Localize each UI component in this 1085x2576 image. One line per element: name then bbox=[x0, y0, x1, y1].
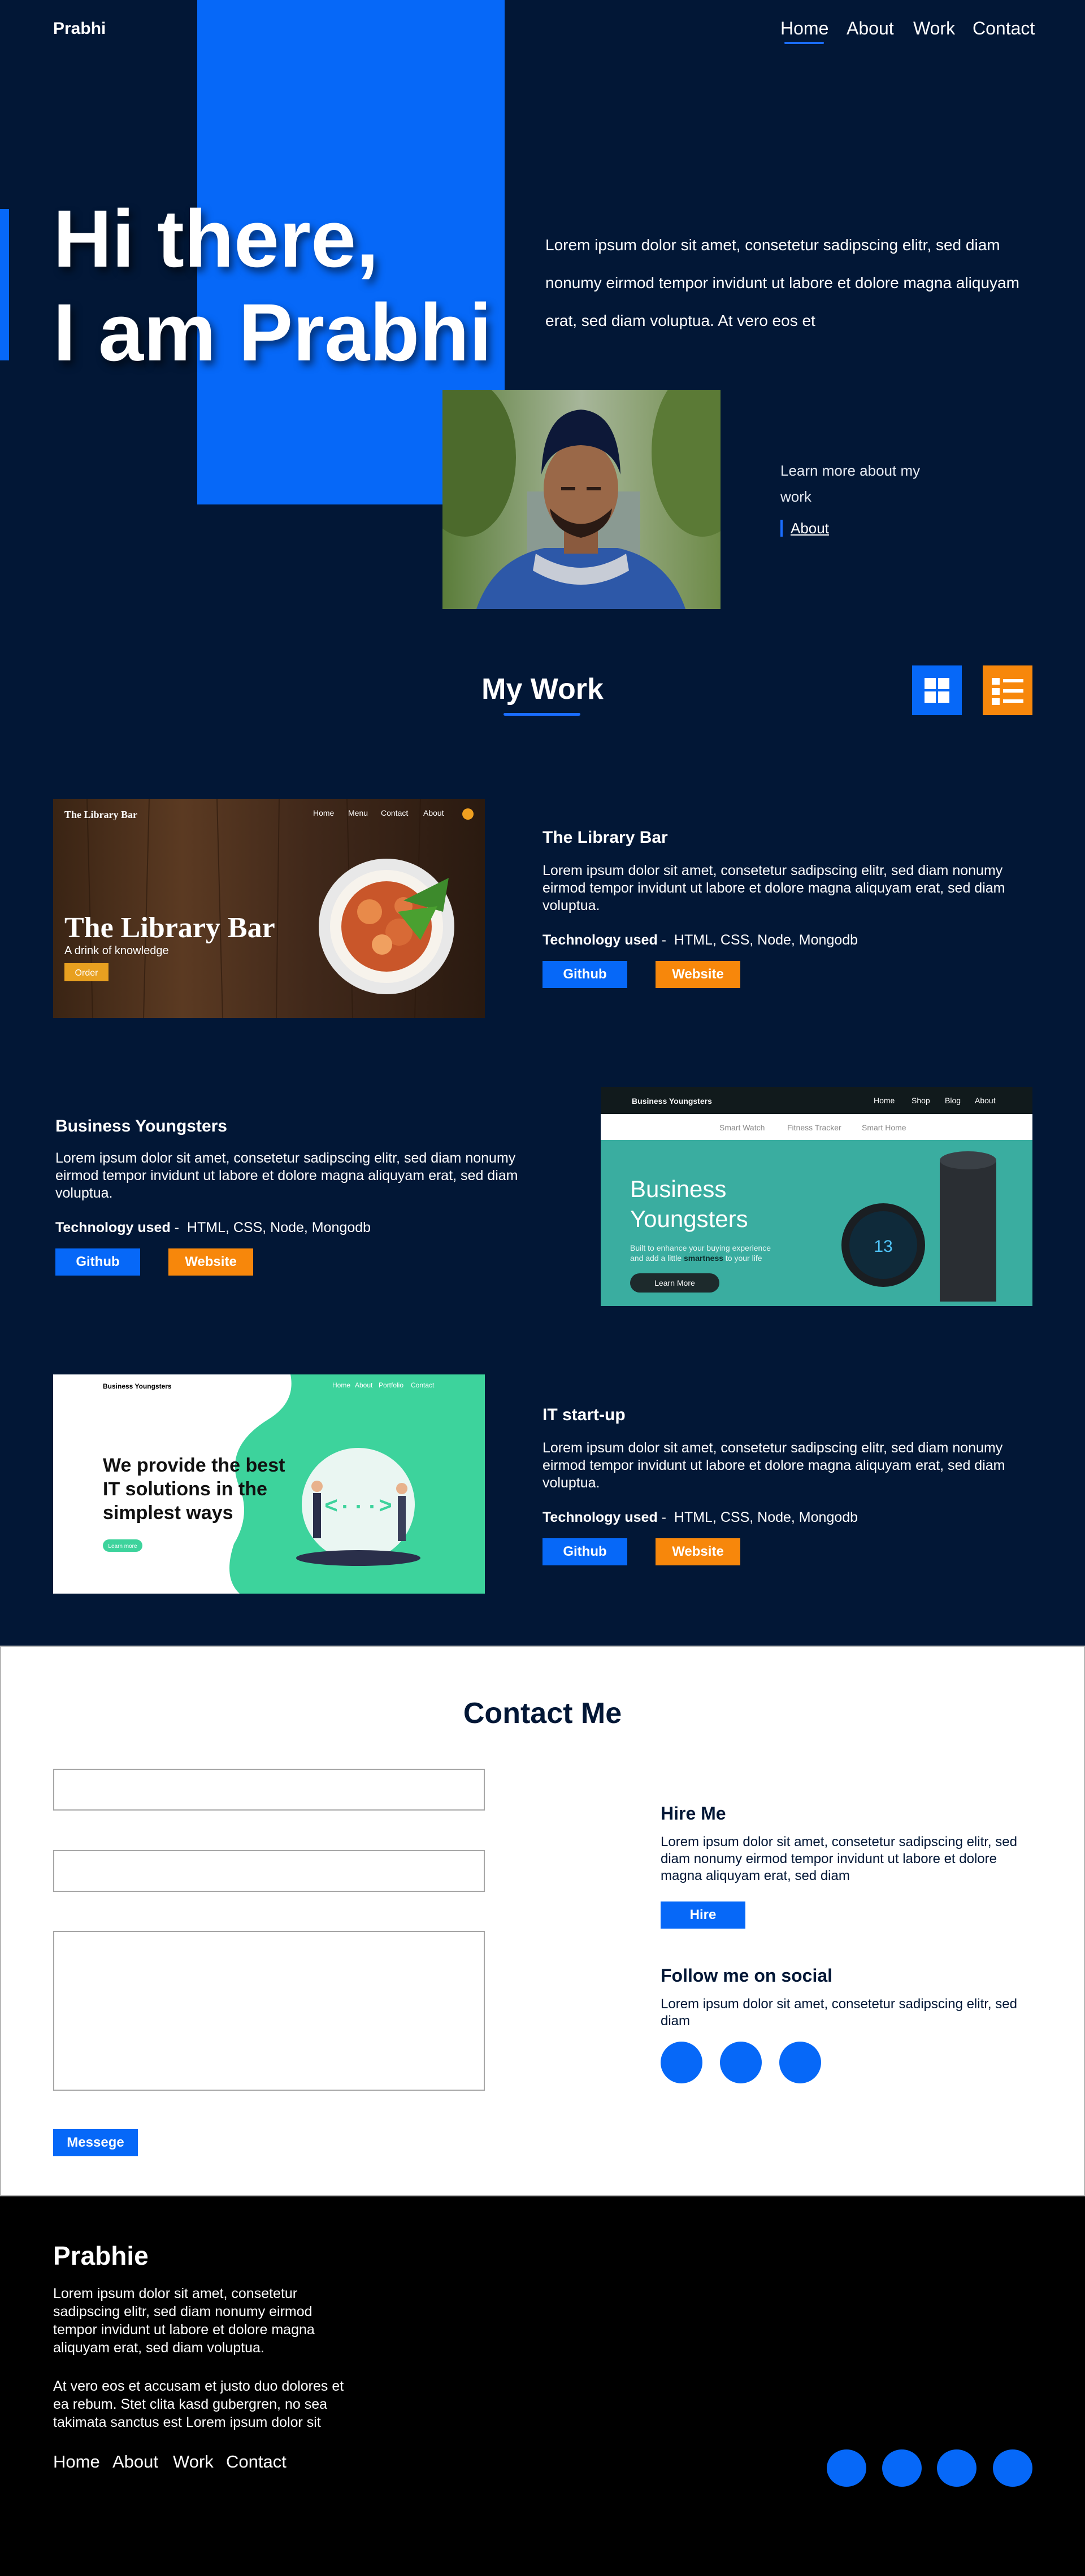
project-tech: Technology used - HTML, CSS, Node, Mongo… bbox=[542, 932, 858, 948]
message-field[interactable] bbox=[53, 1931, 485, 2091]
svg-text:Order: Order bbox=[75, 968, 99, 978]
svg-text:The Library Bar: The Library Bar bbox=[64, 809, 137, 820]
svg-text:Learn More: Learn More bbox=[654, 1278, 695, 1287]
grid-icon bbox=[925, 678, 949, 703]
github-button[interactable]: Github bbox=[542, 961, 627, 988]
svg-text:About: About bbox=[975, 1096, 996, 1105]
nav-home[interactable]: Home bbox=[780, 18, 828, 39]
svg-text:Built to enhance your buying e: Built to enhance your buying experience bbox=[630, 1243, 771, 1252]
website-button[interactable]: Website bbox=[656, 961, 740, 988]
svg-text:About: About bbox=[355, 1381, 373, 1389]
svg-text:Business: Business bbox=[630, 1176, 726, 1202]
my-work-underline bbox=[504, 713, 580, 716]
name-field[interactable] bbox=[53, 1769, 485, 1811]
project-description: Lorem ipsum dolor sit amet, consetetur s… bbox=[55, 1150, 518, 1201]
list-icon bbox=[992, 678, 1023, 705]
grid-view-button[interactable] bbox=[912, 665, 962, 715]
social-icon[interactable] bbox=[720, 2042, 762, 2083]
project-description: Lorem ipsum dolor sit amet, consetetur s… bbox=[542, 1440, 1005, 1491]
svg-text:Menu: Menu bbox=[348, 808, 368, 817]
social-icon[interactable] bbox=[882, 2449, 922, 2487]
project-title: IT start-up bbox=[542, 1406, 626, 1424]
svg-text:Contact: Contact bbox=[381, 808, 408, 817]
social-icon[interactable] bbox=[993, 2449, 1032, 2487]
social-title: Follow me on social bbox=[661, 1965, 833, 1986]
svg-text:Home: Home bbox=[332, 1381, 350, 1389]
hero-title: Hi there, I am Prabhi bbox=[53, 193, 492, 378]
hire-button[interactable]: Hire bbox=[661, 1901, 745, 1929]
svg-text:Smart Watch: Smart Watch bbox=[719, 1123, 765, 1132]
hero-side-bar bbox=[0, 209, 9, 360]
footer-nav-about[interactable]: About bbox=[112, 2452, 158, 2472]
svg-text:Learn more: Learn more bbox=[108, 1543, 137, 1550]
message-button[interactable]: Messege bbox=[53, 2129, 138, 2156]
svg-text:Home: Home bbox=[874, 1096, 895, 1105]
project-preview-business-youngsters[interactable]: Business Youngsters Home Shop Blog About… bbox=[601, 1087, 1032, 1306]
svg-text:About: About bbox=[423, 808, 444, 817]
list-view-button[interactable] bbox=[983, 665, 1032, 715]
svg-text:<···>: <···> bbox=[324, 1495, 392, 1520]
brand-logo[interactable]: Prabhi bbox=[53, 19, 106, 38]
github-button[interactable]: Github bbox=[55, 1248, 140, 1276]
project-preview-library-bar[interactable]: The Library Bar Home Menu Contact About … bbox=[53, 799, 485, 1018]
svg-text:A drink of knowledge: A drink of knowledge bbox=[64, 945, 169, 957]
svg-text:Youngsters: Youngsters bbox=[630, 1206, 748, 1232]
website-button[interactable]: Website bbox=[656, 1538, 740, 1565]
nav-contact[interactable]: Contact bbox=[973, 18, 1035, 39]
profile-photo bbox=[442, 390, 721, 609]
hero-intro-text: Lorem ipsum dolor sit amet, consetetur s… bbox=[545, 236, 1019, 329]
email-field[interactable] bbox=[53, 1850, 485, 1892]
project-preview-it-startup[interactable]: Business Youngsters Home About Portfolio… bbox=[53, 1374, 485, 1594]
nav-active-indicator bbox=[784, 42, 824, 44]
svg-text:Business Youngsters: Business Youngsters bbox=[103, 1382, 172, 1390]
svg-text:13: 13 bbox=[874, 1237, 892, 1256]
footer-text: At vero eos et accusam et justo duo dolo… bbox=[53, 2378, 344, 2430]
project-tech: Technology used - HTML, CSS, Node, Mongo… bbox=[55, 1220, 371, 1235]
footer-text: Lorem ipsum dolor sit amet, consetetur s… bbox=[53, 2286, 315, 2356]
hire-title: Hire Me bbox=[661, 1803, 726, 1824]
svg-text:Portfolio: Portfolio bbox=[379, 1381, 403, 1389]
svg-text:Smart Home: Smart Home bbox=[862, 1123, 906, 1132]
svg-text:Fitness Tracker: Fitness Tracker bbox=[787, 1123, 841, 1132]
footer-nav-contact[interactable]: Contact bbox=[226, 2452, 287, 2472]
social-icon[interactable] bbox=[779, 2042, 821, 2083]
svg-text:Contact: Contact bbox=[411, 1381, 435, 1389]
svg-text:Shop: Shop bbox=[912, 1096, 930, 1105]
footer-brand: Prabhie bbox=[53, 2241, 149, 2270]
social-icon[interactable] bbox=[661, 2042, 702, 2083]
project-title: The Library Bar bbox=[542, 828, 668, 847]
project-description: Lorem ipsum dolor sit amet, consetetur s… bbox=[542, 863, 1005, 913]
svg-text:The Library Bar: The Library Bar bbox=[64, 912, 275, 944]
svg-text:Blog: Blog bbox=[945, 1096, 961, 1105]
project-tech: Technology used - HTML, CSS, Node, Mongo… bbox=[542, 1509, 858, 1525]
svg-text:Business Youngsters: Business Youngsters bbox=[632, 1096, 712, 1106]
social-icon[interactable] bbox=[827, 2449, 866, 2487]
hire-text: Lorem ipsum dolor sit amet, consetetur s… bbox=[661, 1834, 1017, 1883]
social-icon[interactable] bbox=[937, 2449, 976, 2487]
website-button[interactable]: Website bbox=[168, 1248, 253, 1276]
about-link[interactable]: About bbox=[780, 520, 829, 537]
nav-about[interactable]: About bbox=[847, 18, 894, 39]
svg-text:and add a little smartness to: and add a little smartness to your life bbox=[630, 1254, 762, 1263]
svg-text:Home: Home bbox=[313, 808, 335, 817]
footer-nav-home[interactable]: Home bbox=[53, 2452, 100, 2472]
nav-work[interactable]: Work bbox=[913, 18, 955, 39]
github-button[interactable]: Github bbox=[542, 1538, 627, 1565]
social-text: Lorem ipsum dolor sit amet, consetetur s… bbox=[661, 1996, 1017, 2029]
contact-title: Contact Me bbox=[463, 1697, 622, 1730]
footer-nav-work[interactable]: Work bbox=[173, 2452, 214, 2472]
project-title: Business Youngsters bbox=[55, 1117, 227, 1135]
learn-more-text: Learn more about my work bbox=[780, 462, 921, 505]
